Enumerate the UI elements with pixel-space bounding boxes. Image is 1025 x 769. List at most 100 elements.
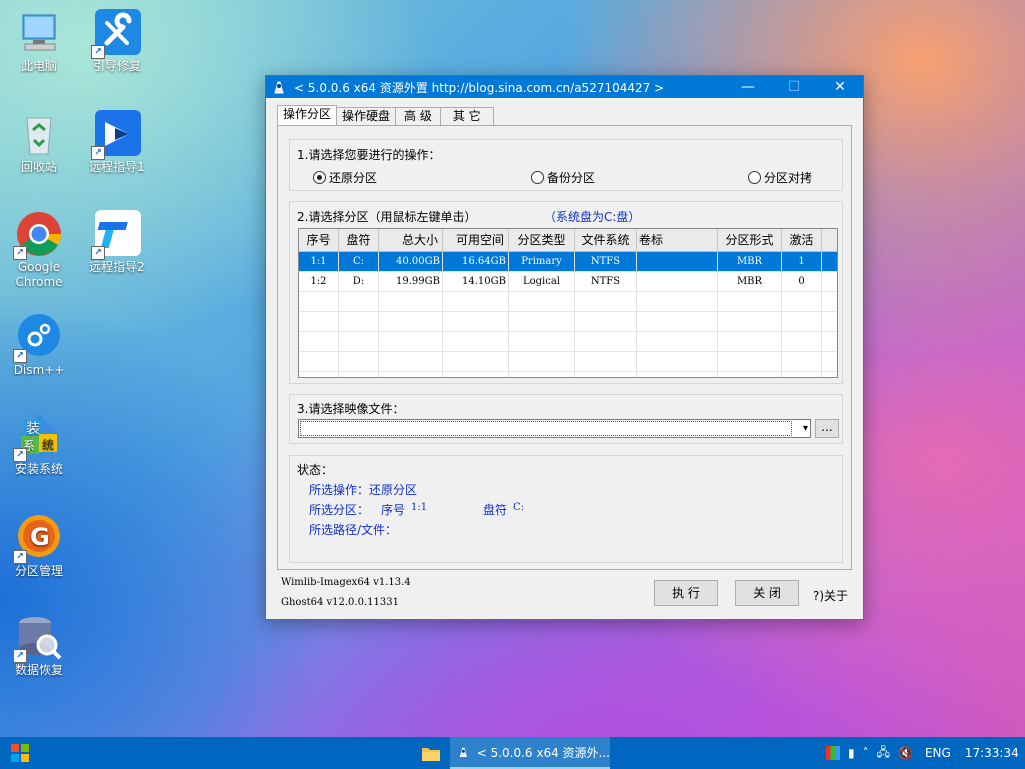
tab-disk-ops[interactable]: 操作硬盘 [336, 107, 397, 125]
taskbar-app-label: < 5.0.0.6 x64 资源外... [476, 745, 610, 760]
ghost-app-window: < 5.0.0.6 x64 资源外置 http://blog.sina.com.… [265, 75, 864, 620]
remote2-icon: ↗ [91, 210, 141, 260]
start-button[interactable] [0, 737, 40, 769]
col-header-free[interactable]: 可用空间 [443, 229, 509, 251]
selected-part-no-label: 序号 [381, 503, 406, 517]
windows-logo-icon [11, 744, 29, 762]
install-icon: 装系统 ↗ [13, 412, 63, 462]
selected-path-label: 所选路径/文件： [309, 523, 398, 537]
desktop-icon-remote-1[interactable]: ↗ 远程指导1 [79, 110, 155, 175]
table-header: 序号 盘符 总大小 可用空间 分区类型 文件系统 卷标 分区形式 激活 [299, 229, 837, 252]
remote-icon: ↗ [91, 110, 141, 160]
partition-label: 2.请选择分区（用鼠标左键单击） [297, 210, 477, 224]
desktop-icon-boot-repair[interactable]: ↗ 引导修复 [79, 9, 155, 74]
tab-other[interactable]: 其 它 [439, 107, 494, 125]
col-header-scheme[interactable]: 分区形式 [718, 229, 782, 251]
folder-icon [422, 748, 440, 761]
taskbar-app-ghost[interactable]: < 5.0.0.6 x64 资源外... [450, 737, 610, 769]
chevron-up-icon[interactable]: ˄ [863, 746, 869, 760]
radio-copy[interactable]: 分区对拷 [748, 169, 812, 186]
image-file-label: 3.请选择映像文件： [297, 402, 405, 416]
language-indicator[interactable]: ENG [925, 746, 951, 760]
recycle-bin-icon [15, 110, 63, 158]
chrome-icon: ↗ [13, 210, 63, 260]
tab-advanced[interactable]: 高 级 [395, 107, 441, 125]
minimize-button[interactable]: — [725, 76, 771, 98]
selected-part-no: 1:1 [411, 502, 428, 513]
usb-icon[interactable]: ▮ [848, 746, 855, 760]
status-label: 状态： [297, 463, 334, 477]
volume-muted-icon[interactable]: 🔇 [898, 746, 913, 760]
radio-backup-dot[interactable] [531, 171, 544, 184]
selected-part-label: 所选分区： [309, 503, 370, 517]
app-icon [459, 747, 467, 757]
execute-button[interactable]: 执 行 [654, 580, 718, 606]
table-row-empty [299, 372, 837, 377]
close-button[interactable]: 关 闭 [735, 580, 799, 606]
shortcut-arrow-icon: ↗ [91, 246, 105, 260]
color-grid-icon[interactable] [826, 746, 840, 760]
selected-op-label: 所选操作： [309, 483, 370, 497]
status-group: 状态： 所选操作： 还原分区 所选分区： 序号 1:1 盘符 C: 所选路径/文… [289, 455, 843, 563]
app-icon [274, 81, 284, 94]
gear-icon: ↗ [13, 313, 63, 363]
col-header-label[interactable]: 卷标 [637, 229, 718, 251]
system-disk-hint: （系统盘为C:盘） [544, 210, 641, 224]
radio-restore-dot[interactable] [313, 171, 326, 184]
col-header-type[interactable]: 分区类型 [509, 229, 575, 251]
browse-button[interactable]: ... [815, 419, 839, 438]
chevron-down-icon[interactable]: ▾ [803, 420, 808, 437]
about-link[interactable]: ?)关于 [813, 587, 848, 604]
maximize-button[interactable]: ☐ [771, 76, 817, 98]
col-header-active[interactable]: 激活 [782, 229, 822, 251]
desktop-icon-dism[interactable]: ↗ Dism++ [1, 313, 77, 378]
clock[interactable]: 17:33:34 [965, 746, 1019, 760]
image-file-group: 3.请选择映像文件： ▾ ... [289, 394, 843, 444]
col-header-filler [822, 229, 836, 251]
computer-icon [15, 9, 63, 57]
tab-panel: 1.请选择您要进行的操作： 还原分区 备份分区 分区对拷 2.请选择分区（用鼠标… [277, 125, 852, 570]
desktop-icon-install-system[interactable]: 装系统 ↗ 安装系统 [1, 412, 77, 477]
operation-group: 1.请选择您要进行的操作： 还原分区 备份分区 分区对拷 [289, 139, 843, 191]
shortcut-arrow-icon: ↗ [91, 146, 105, 160]
desktop-icon-this-pc[interactable]: 此电脑 [1, 9, 77, 74]
table-row-empty [299, 332, 837, 352]
close-window-button[interactable]: ✕ [817, 76, 863, 98]
radio-restore[interactable]: 还原分区 [313, 169, 377, 186]
image-file-value [300, 421, 792, 436]
selected-drive: C: [513, 502, 525, 513]
image-file-combobox[interactable]: ▾ [298, 419, 811, 438]
ghost-version: Ghost64 v12.0.0.11331 [281, 597, 399, 608]
table-row[interactable]: 1:1 C: 40.00GB 16.64GB Primary NTFS MBR … [299, 252, 837, 272]
partition-table: 序号 盘符 总大小 可用空间 分区类型 文件系统 卷标 分区形式 激活 1:1 … [298, 228, 838, 378]
database-icon: ↗ [13, 613, 63, 663]
desktop-icon-recycle-bin[interactable]: 回收站 [1, 110, 77, 175]
selected-op-value: 还原分区 [369, 483, 418, 497]
tab-partition-ops[interactable]: 操作分区 [277, 105, 338, 125]
partition-icon: G ↗ [13, 514, 63, 564]
shortcut-arrow-icon: ↗ [13, 349, 27, 363]
taskbar-file-explorer[interactable] [415, 737, 447, 769]
desktop-icon-remote-2[interactable]: ↗ 远程指导2 [79, 210, 155, 275]
network-icon[interactable]: 🖧 [877, 743, 890, 764]
desktop-icon-chrome[interactable]: ↗ Google Chrome [1, 210, 77, 290]
operation-label: 1.请选择您要进行的操作： [297, 148, 441, 162]
partition-group: 2.请选择分区（用鼠标左键单击） （系统盘为C:盘） 序号 盘符 总大小 可用空… [289, 201, 843, 384]
shortcut-arrow-icon: ↗ [91, 45, 105, 59]
table-row-empty [299, 312, 837, 332]
table-row[interactable]: 1:2 D: 19.99GB 14.10GB Logical NTFS MBR … [299, 272, 837, 292]
col-header-fs[interactable]: 文件系统 [575, 229, 637, 251]
desktop-icon-data-recovery[interactable]: ↗ 数据恢复 [1, 613, 77, 678]
col-header-index[interactable]: 序号 [299, 229, 339, 251]
desktop-icon-partition-manager[interactable]: G ↗ 分区管理 [1, 514, 77, 579]
wimlib-version: Wimlib-Imagex64 v1.13.4 [281, 577, 411, 588]
radio-backup[interactable]: 备份分区 [531, 169, 595, 186]
taskbar: < 5.0.0.6 x64 资源外... ▮ ˄ 🖧 🔇 ENG 17:33:3… [0, 737, 1025, 769]
radio-copy-dot[interactable] [748, 171, 761, 184]
selected-drive-label: 盘符 [483, 503, 508, 517]
col-header-drive[interactable]: 盘符 [339, 229, 379, 251]
wrench-icon: ↗ [91, 9, 141, 59]
col-header-total[interactable]: 总大小 [379, 229, 443, 251]
title-bar[interactable]: < 5.0.0.6 x64 资源外置 http://blog.sina.com.… [266, 76, 863, 98]
svg-text:G: G [30, 523, 50, 551]
